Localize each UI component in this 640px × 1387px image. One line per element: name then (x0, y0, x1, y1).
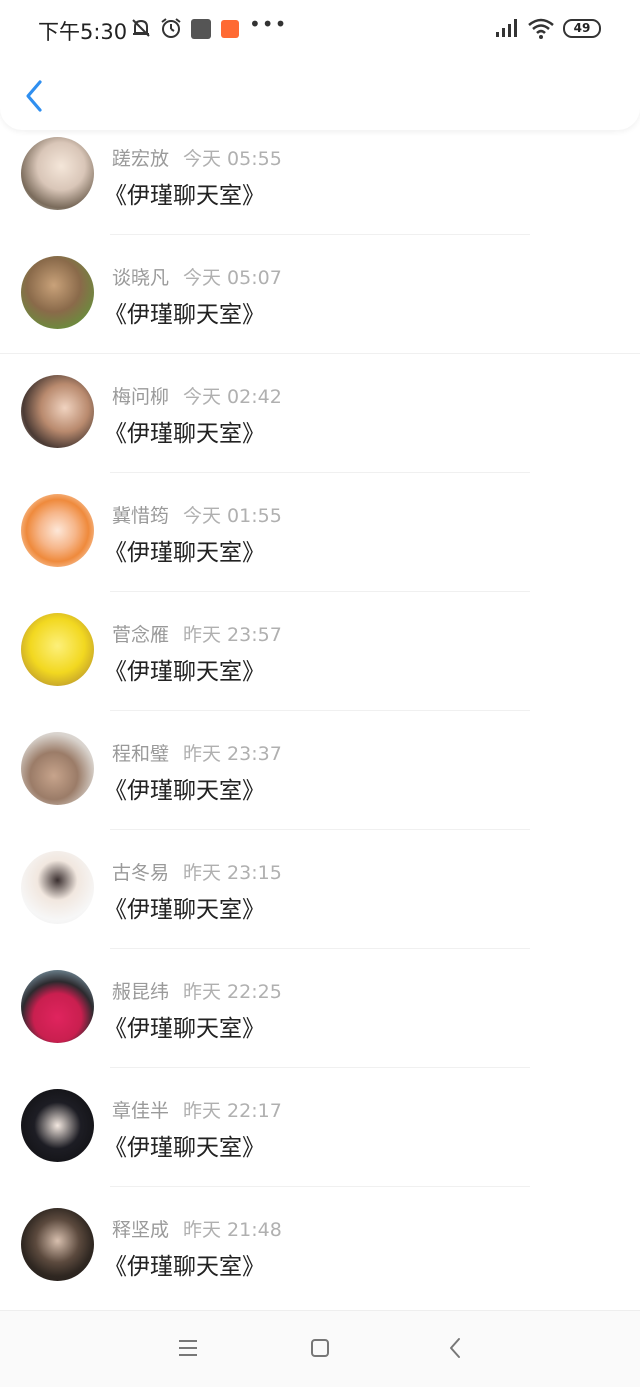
message-preview: 《伊瑾聊天室》 (104, 302, 265, 328)
alarm-icon (161, 18, 181, 38)
message-preview: 《伊瑾聊天室》 (104, 778, 265, 804)
avatar (21, 375, 94, 448)
contact-name: 古冬易 (112, 862, 170, 884)
divider (110, 472, 530, 473)
mi-store-icon (191, 19, 211, 39)
wifi-icon (528, 18, 554, 39)
chat-item[interactable]: 程和璧 昨天 23:37 《伊瑾聊天室》 (0, 725, 640, 844)
message-time: 昨天 22:17 (183, 1100, 282, 1122)
avatar (21, 256, 94, 329)
avatar (21, 137, 94, 210)
signal-hd-icon (496, 19, 517, 37)
menu-icon[interactable] (176, 1335, 200, 1361)
bell-mute-icon (132, 19, 150, 37)
avatar (21, 970, 94, 1043)
contact-name: 章佳半 (112, 1100, 170, 1122)
top-bar: 下午5:30 ••• 49 (0, 0, 640, 130)
chat-item[interactable]: 梅问柳 今天 02:42 《伊瑾聊天室》 (0, 368, 640, 487)
message-preview: 《伊瑾聊天室》 (104, 897, 265, 923)
message-time: 昨天 21:48 (183, 1219, 282, 1241)
message-preview: 《伊瑾聊天室》 (104, 1016, 265, 1042)
battery-icon: 49 (563, 19, 601, 38)
back-chevron-icon[interactable] (22, 78, 48, 114)
status-bar: 下午5:30 ••• 49 (0, 0, 640, 58)
message-time: 昨天 23:15 (183, 862, 282, 884)
contact-name: 冀惜筠 (112, 505, 170, 527)
divider (110, 1067, 530, 1068)
chat-item[interactable]: 谈晓凡 今天 05:07 《伊瑾聊天室》 (0, 249, 640, 368)
message-time: 今天 05:07 (183, 267, 282, 289)
avatar (21, 851, 94, 924)
contact-name: 菅念雁 (112, 624, 170, 646)
divider (110, 829, 530, 830)
message-preview: 《伊瑾聊天室》 (104, 183, 265, 209)
contact-name: 梅问柳 (112, 386, 170, 408)
avatar (21, 732, 94, 805)
contact-name: 释坚成 (112, 1219, 170, 1241)
chat-item[interactable]: 蹉宏放 今天 05:55 《伊瑾聊天室》 (0, 130, 640, 249)
message-time: 今天 02:42 (183, 386, 282, 408)
message-time: 昨天 23:37 (183, 743, 282, 765)
contact-name: 蹉宏放 (112, 148, 170, 170)
status-time: 下午5:30 (38, 20, 128, 44)
message-preview: 《伊瑾聊天室》 (104, 1254, 265, 1280)
chat-item[interactable]: 章佳半 昨天 22:17 《伊瑾聊天室》 (0, 1082, 640, 1201)
message-preview: 《伊瑾聊天室》 (104, 659, 265, 685)
message-time: 今天 05:55 (183, 148, 282, 170)
chat-item[interactable]: 古冬易 昨天 23:15 《伊瑾聊天室》 (0, 844, 640, 963)
avatar (21, 1089, 94, 1162)
avatar (21, 613, 94, 686)
contact-name: 谈晓凡 (112, 267, 170, 289)
chat-item[interactable]: 菅念雁 昨天 23:57 《伊瑾聊天室》 (0, 606, 640, 725)
chat-item[interactable]: 赧昆纬 昨天 22:25 《伊瑾聊天室》 (0, 963, 640, 1082)
taobao-icon (221, 20, 239, 38)
message-preview: 《伊瑾聊天室》 (104, 1135, 265, 1161)
chat-item[interactable]: 冀惜筠 今天 01:55 《伊瑾聊天室》 (0, 487, 640, 606)
message-time: 昨天 22:25 (183, 981, 282, 1003)
contact-name: 赧昆纬 (112, 981, 170, 1003)
more-icon: ••• (249, 12, 288, 36)
message-time: 今天 01:55 (183, 505, 282, 527)
divider (110, 710, 530, 711)
message-time: 昨天 23:57 (183, 624, 282, 646)
message-preview: 《伊瑾聊天室》 (104, 540, 265, 566)
back-triangle-icon[interactable] (444, 1335, 468, 1361)
divider (110, 591, 530, 592)
avatar (21, 494, 94, 567)
divider (110, 948, 530, 949)
chat-item[interactable]: 释坚成 昨天 21:48 《伊瑾聊天室》 (0, 1201, 640, 1320)
divider (110, 1186, 530, 1187)
avatar (21, 1208, 94, 1281)
message-preview: 《伊瑾聊天室》 (104, 421, 265, 447)
divider (0, 353, 640, 354)
home-square-icon[interactable] (308, 1335, 332, 1361)
divider (110, 234, 530, 235)
system-nav-bar (0, 1310, 640, 1387)
contact-name: 程和璧 (112, 743, 170, 765)
